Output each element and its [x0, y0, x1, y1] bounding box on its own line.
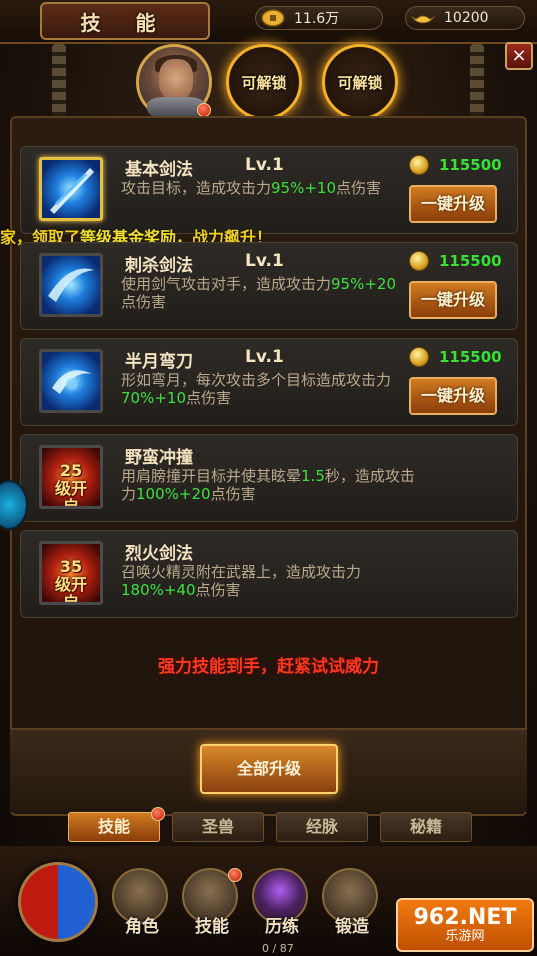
unlockable-label: 可解锁	[337, 73, 383, 92]
skill-description: 召唤火精灵附在武器上，造成攻击力180%+40点伤害	[121, 563, 362, 599]
sub-tabs: 技能 圣兽 经脉 秘籍	[0, 806, 537, 846]
ingot-amount: 10200	[444, 10, 489, 26]
skill-level: Lv.1	[245, 251, 284, 271]
skill-description: 用肩膀撞开目标并使其眩晕1.5秒，造成攻击力100%+20点伤害	[121, 467, 415, 503]
unlockable-slot-1[interactable]: 可解锁	[226, 44, 302, 120]
skill-row-half-moon-blade[interactable]: 半月弯刀 Lv.1 形如弯月，每次攻击多个目标造成攻击力70%+10点伤害 11…	[20, 338, 518, 426]
one-click-upgrade-button[interactable]: 一键升级	[409, 281, 497, 319]
skill-description: 形如弯月，每次攻击多个目标造成攻击力70%+10点伤害	[121, 371, 392, 407]
skill-row-assassinate-sword[interactable]: 刺杀剑法 Lv.1 使用剑气攻击对手，造成攻击力95%+20点伤害 115500…	[20, 242, 518, 330]
unlockable-slot-2[interactable]: 可解锁	[322, 44, 398, 120]
skill-row-barbaric-charge[interactable]: 25级开启 野蛮冲撞 用肩膀撞开目标并使其眩晕1.5秒，造成攻击力100%+20…	[20, 434, 518, 522]
skill-level: Lv.1	[245, 155, 284, 175]
skill-cost: 115500	[409, 251, 502, 271]
half-moon-icon[interactable]	[39, 349, 103, 413]
top-bar: 技 能 11.6万 10200	[0, 0, 537, 44]
coin-icon	[409, 155, 429, 175]
cost-value: 115500	[439, 156, 502, 174]
gold-amount: 11.6万	[294, 11, 340, 27]
title-plate: 技 能	[40, 2, 210, 40]
gold-coin-icon	[261, 9, 285, 27]
tab-skills[interactable]: 技能	[68, 807, 165, 842]
site-watermark: 962.NET 乐游网	[396, 898, 534, 952]
skill-description: 使用剑气攻击对手，造成攻击力95%+20点伤害	[121, 275, 397, 311]
skill-name: 基本剑法	[125, 160, 193, 180]
skill-name: 半月弯刀	[125, 352, 193, 372]
unlockable-label: 可解锁	[241, 73, 287, 92]
skill-name: 烈火剑法	[125, 544, 193, 564]
locked-skill-icon[interactable]: 25级开启	[39, 445, 103, 509]
coin-icon	[409, 347, 429, 367]
ingot-currency[interactable]: 10200	[405, 6, 525, 30]
crescent-wind-icon[interactable]	[39, 253, 103, 317]
coin-icon	[409, 251, 429, 271]
gold-currency[interactable]: 11.6万	[255, 6, 383, 30]
nav-training[interactable]: 历练	[252, 868, 312, 948]
yin-yang-icon[interactable]	[18, 862, 98, 942]
skill-cost: 115500	[409, 347, 502, 367]
skill-screen: 技 能 11.6万 10200 × 可解锁 可解锁 基本剑法 Lv.1 攻击目标…	[0, 0, 537, 956]
unlock-level-label: 35级开启	[54, 557, 87, 605]
skill-row-basic-sword[interactable]: 基本剑法 Lv.1 攻击目标，造成攻击力95%+10点伤害 115500 一键升…	[20, 146, 518, 234]
skill-level: Lv.1	[245, 347, 284, 367]
skill-row-fire-sword[interactable]: 35级开启 烈火剑法 召唤火精灵附在武器上，造成攻击力180%+40点伤害	[20, 530, 518, 618]
skill-cost: 115500	[409, 155, 502, 175]
nav-skills[interactable]: 技能	[182, 868, 242, 948]
one-click-upgrade-button[interactable]: 一键升级	[409, 185, 497, 223]
upgrade-all-button[interactable]: 全部升级	[200, 744, 338, 794]
page-counter: 0 / 87	[262, 942, 294, 955]
page-title: 技 能	[80, 10, 170, 35]
sword-slash-icon[interactable]	[39, 157, 103, 221]
skill-description: 攻击目标，造成攻击力95%+10点伤害	[121, 179, 382, 197]
skill-name: 刺杀剑法	[125, 256, 193, 276]
promo-text: 强力技能到手，赶紧试试威力	[158, 657, 379, 677]
nav-forge[interactable]: 锻造	[322, 868, 382, 948]
close-icon: ×	[511, 45, 527, 66]
notification-dot	[197, 103, 211, 117]
avatar-face	[159, 59, 193, 101]
locked-skill-icon[interactable]: 35级开启	[39, 541, 103, 605]
notification-dot	[228, 868, 242, 882]
cost-value: 115500	[439, 348, 502, 366]
skill-name: 野蛮冲撞	[125, 448, 193, 468]
hero-avatar[interactable]	[136, 44, 212, 121]
cost-value: 115500	[439, 252, 502, 270]
tab-secret-book[interactable]: 秘籍	[380, 812, 472, 842]
tab-holy-beast[interactable]: 圣兽	[172, 812, 264, 842]
unlock-level-label: 25级开启	[54, 461, 87, 509]
close-button[interactable]: ×	[505, 42, 533, 70]
nav-character[interactable]: 角色	[112, 868, 172, 948]
tab-meridian[interactable]: 经脉	[276, 812, 368, 842]
one-click-upgrade-button[interactable]: 一键升级	[409, 377, 497, 415]
notification-dot	[151, 807, 165, 821]
ingot-icon	[410, 15, 436, 24]
